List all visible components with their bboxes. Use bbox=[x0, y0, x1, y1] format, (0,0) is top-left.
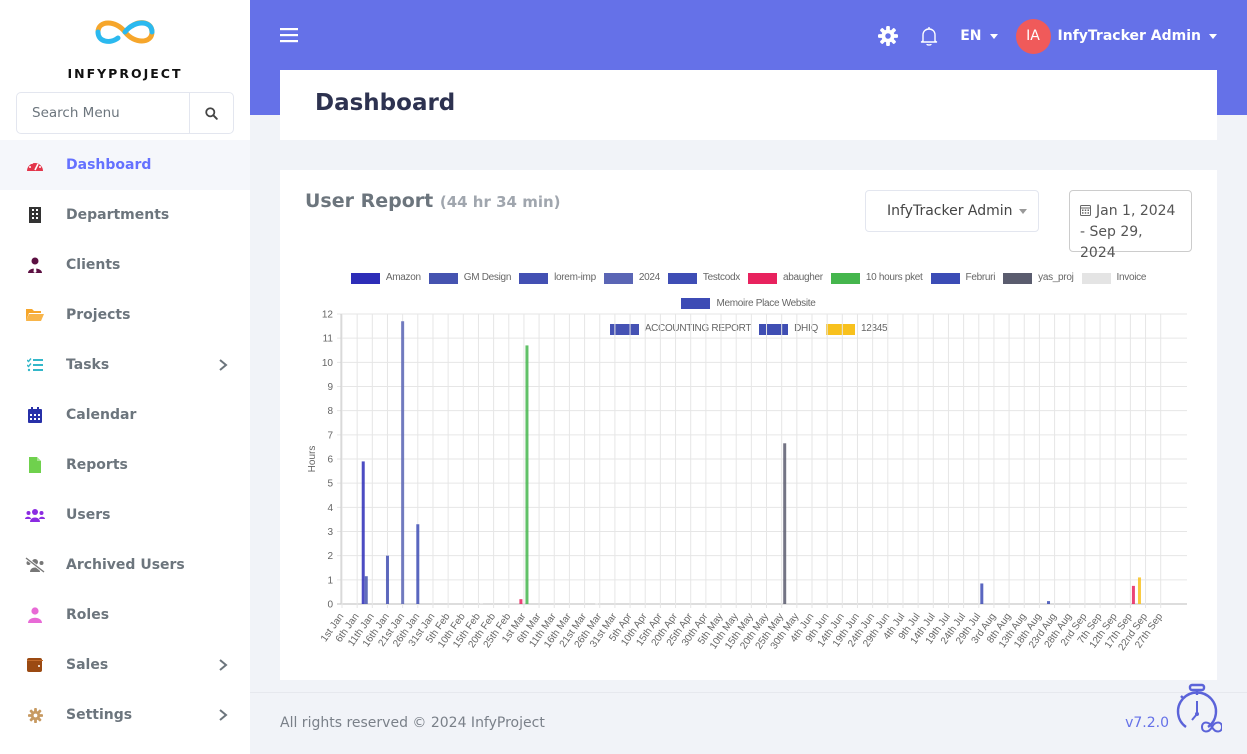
sidebar-item-label: Departments bbox=[66, 207, 170, 223]
sidebar-item-label: Users bbox=[66, 507, 111, 523]
users-slash-icon bbox=[25, 555, 45, 575]
sidebar-item-label: Roles bbox=[66, 607, 110, 623]
user-report-card: User Report (44 hr 34 min) InfyTracker A… bbox=[280, 170, 1217, 680]
chevron-right-icon bbox=[219, 709, 228, 721]
sidebar-item-label: Dashboard bbox=[66, 157, 152, 173]
infyproject-logo-icon[interactable] bbox=[90, 14, 160, 50]
sidebar-menu: Dashboard Departments Clients Projects T… bbox=[0, 140, 250, 740]
building-icon bbox=[25, 205, 45, 225]
bell-icon[interactable] bbox=[920, 26, 938, 46]
sidebar-item-users[interactable]: Users bbox=[0, 490, 250, 540]
sidebar-item-label: Sales bbox=[66, 657, 109, 673]
sidebar-item-label: Clients bbox=[66, 257, 121, 273]
caret-down-icon bbox=[1209, 33, 1217, 39]
sidebar-item-calendar[interactable]: Calendar bbox=[0, 390, 250, 440]
y-tick-label: 0 bbox=[327, 600, 333, 611]
wallet-icon bbox=[25, 655, 45, 675]
calendar-icon bbox=[25, 405, 45, 425]
brand-name: INFYPROJECT bbox=[67, 66, 183, 81]
y-tick-label: 7 bbox=[327, 430, 333, 441]
y-tick-label: 1 bbox=[327, 575, 333, 586]
sidebar-item-settings[interactable]: Settings bbox=[0, 690, 250, 740]
sidebar-item-projects[interactable]: Projects bbox=[0, 290, 250, 340]
sidebar: INFYPROJECT Dashboard Departments Client… bbox=[0, 0, 250, 754]
folder-open-icon bbox=[25, 305, 45, 325]
gear-icon[interactable] bbox=[878, 26, 899, 46]
header-actions: EN IA InfyTracker Admin bbox=[878, 18, 1217, 54]
bar-lorem-imp bbox=[385, 555, 389, 604]
sidebar-item-label: Calendar bbox=[66, 407, 137, 423]
cog-icon bbox=[25, 705, 45, 725]
page-title: Dashboard bbox=[315, 90, 456, 116]
user-tie-icon bbox=[25, 255, 45, 275]
bar-12345 bbox=[1137, 577, 1141, 604]
hamburger-menu-icon[interactable] bbox=[280, 27, 298, 43]
y-tick-label: 10 bbox=[322, 358, 334, 369]
chevron-right-icon bbox=[219, 659, 228, 671]
users-icon bbox=[25, 505, 45, 525]
search-menu-button[interactable] bbox=[189, 93, 233, 133]
bar-testcodx bbox=[416, 524, 420, 604]
sidebar-item-tasks[interactable]: Tasks bbox=[0, 340, 250, 390]
y-tick-label: 9 bbox=[327, 382, 333, 393]
user-name: InfyTracker Admin bbox=[1057, 28, 1201, 44]
bar-februri bbox=[1047, 601, 1051, 604]
copyright-text: All rights reserved © 2024 InfyProject bbox=[280, 715, 545, 731]
bar-10-hours-pket bbox=[525, 345, 529, 604]
version-label: v7.2.0 bbox=[1125, 715, 1169, 731]
bar-memoire-place-website bbox=[980, 583, 984, 604]
sidebar-item-archived-users[interactable]: Archived Users bbox=[0, 540, 250, 590]
caret-down-icon bbox=[989, 33, 998, 39]
y-tick-label: 11 bbox=[323, 334, 334, 345]
sidebar-item-sales[interactable]: Sales bbox=[0, 640, 250, 690]
bar-abaugher bbox=[1131, 585, 1135, 604]
chevron-right-icon bbox=[219, 359, 228, 371]
sidebar-item-label: Settings bbox=[66, 707, 133, 723]
y-tick-label: 5 bbox=[327, 479, 333, 490]
bar-amazon bbox=[361, 461, 365, 604]
sidebar-item-label: Projects bbox=[66, 307, 131, 323]
avatar: IA bbox=[1015, 18, 1051, 54]
page-header: Dashboard bbox=[280, 70, 1217, 140]
search-menu bbox=[16, 92, 234, 134]
sidebar-item-departments[interactable]: Departments bbox=[0, 190, 250, 240]
tasks-icon bbox=[25, 355, 45, 375]
bar-invoice bbox=[595, 603, 599, 605]
search-menu-input[interactable] bbox=[17, 93, 189, 133]
y-axis-label: Hours bbox=[307, 446, 318, 473]
language-label: EN bbox=[960, 28, 982, 44]
y-tick-label: 2 bbox=[327, 551, 333, 562]
file-icon bbox=[25, 455, 45, 475]
sidebar-item-label: Reports bbox=[66, 457, 128, 473]
user-report-chart: 01234567891011121st Jan6th Jan11th Jan16… bbox=[307, 310, 1187, 653]
sidebar-item-clients[interactable]: Clients bbox=[0, 240, 250, 290]
bar-yas-proj bbox=[783, 443, 787, 604]
y-tick-label: 8 bbox=[327, 406, 333, 417]
sidebar-item-reports[interactable]: Reports bbox=[0, 440, 250, 490]
search-icon bbox=[205, 106, 218, 120]
sidebar-item-roles[interactable]: Roles bbox=[0, 590, 250, 640]
user-dropdown[interactable]: IA InfyTracker Admin bbox=[1015, 18, 1217, 54]
sidebar-item-label: Archived Users bbox=[66, 557, 185, 573]
sidebar-item-label: Tasks bbox=[66, 357, 110, 373]
y-tick-label: 3 bbox=[327, 527, 333, 538]
language-dropdown[interactable]: EN bbox=[960, 28, 998, 44]
footer: All rights reserved © 2024 InfyProject v… bbox=[250, 692, 1247, 754]
tachometer-icon bbox=[25, 155, 45, 175]
bar-2024 bbox=[401, 321, 405, 604]
stopwatch-icon[interactable] bbox=[1172, 683, 1222, 735]
user-icon bbox=[25, 605, 45, 625]
bar-invoice bbox=[479, 603, 483, 605]
bar-abaugher bbox=[519, 599, 523, 604]
y-tick-label: 6 bbox=[327, 455, 333, 466]
sidebar-item-dashboard[interactable]: Dashboard bbox=[0, 140, 250, 190]
y-tick-label: 12 bbox=[322, 310, 334, 321]
y-tick-label: 4 bbox=[327, 503, 333, 514]
bar-gm-design bbox=[364, 576, 368, 604]
